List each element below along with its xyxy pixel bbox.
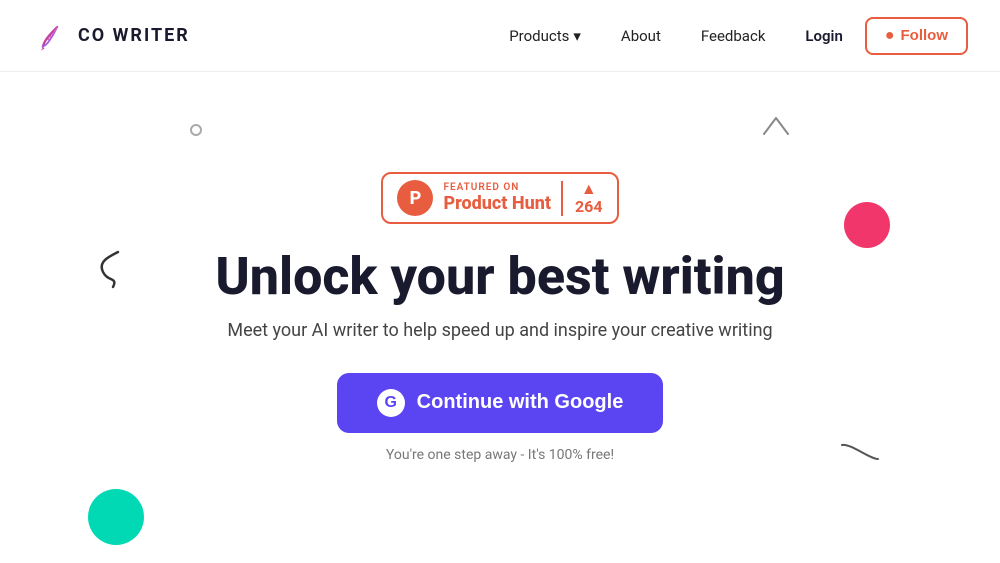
cta-button-label: Continue with Google (417, 391, 624, 414)
follow-button[interactable]: ● Follow (865, 17, 968, 55)
product-hunt-logo: P (397, 180, 433, 216)
deco-teal-circle (88, 489, 144, 545)
nav-products[interactable]: Products ▾ (491, 19, 599, 53)
ph-featured-label: FEATURED ON (443, 182, 551, 193)
navbar: CO WRITER Products ▾ About Feedback Logi… (0, 0, 1000, 72)
product-hunt-badge[interactable]: P FEATURED ON Product Hunt ▲ 264 (381, 172, 618, 224)
deco-angle-icon (762, 114, 790, 136)
hero-subtitle: Meet your AI writer to help speed up and… (227, 320, 772, 341)
logo-text: CO WRITER (78, 25, 190, 46)
logo-area: CO WRITER (32, 18, 190, 54)
deco-pink-circle (844, 202, 890, 248)
deco-circle-small (190, 124, 202, 136)
continue-with-google-button[interactable]: G Continue with Google (337, 373, 664, 433)
chevron-down-icon: ▾ (573, 27, 581, 45)
ph-upvote-icon: ▲ (581, 181, 597, 197)
nav-about[interactable]: About (603, 19, 679, 53)
nav-login[interactable]: Login (787, 19, 860, 53)
google-icon: G (377, 389, 405, 417)
deco-squiggle-icon (88, 242, 138, 292)
nav-feedback[interactable]: Feedback (683, 19, 784, 53)
ph-votes-block: ▲ 264 (561, 181, 603, 216)
hero-section: P FEATURED ON Product Hunt ▲ 264 Unlock … (0, 72, 1000, 563)
cta-subtext: You're one step away - It's 100% free! (386, 447, 614, 463)
product-hunt-text: FEATURED ON Product Hunt (443, 182, 551, 214)
deco-line-icon (840, 441, 880, 463)
ph-votes-count: 264 (575, 197, 603, 216)
hero-title: Unlock your best writing (215, 248, 784, 305)
pen-icon (32, 18, 68, 54)
nav-links: Products ▾ About Feedback Login ● Follow (491, 17, 968, 55)
ph-name-label: Product Hunt (443, 193, 551, 214)
producthunt-icon: ● (885, 27, 895, 45)
